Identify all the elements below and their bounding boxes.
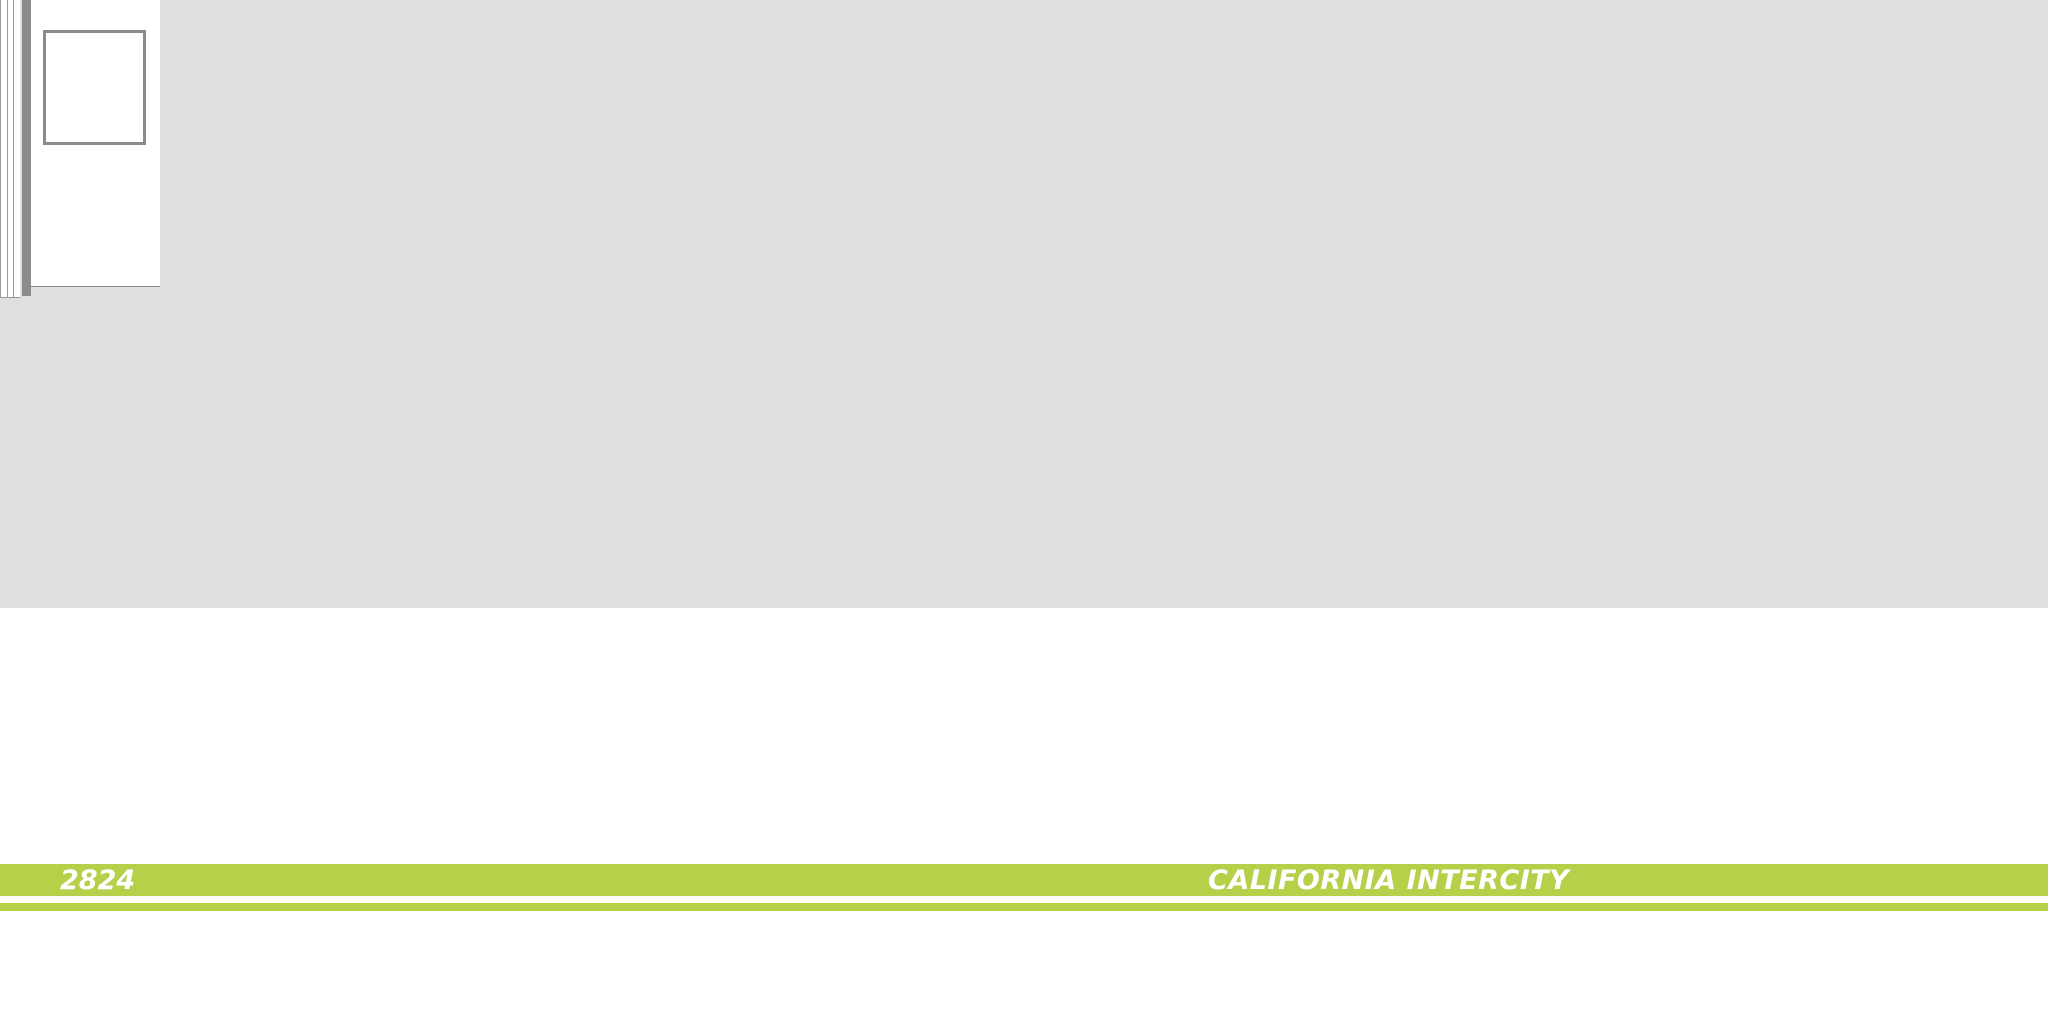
livery-stripe-thin [0,903,2048,911]
car-number: 2824 [60,865,136,896]
brand-name: CALIFORNIA INTERCITY [1208,865,1570,896]
door-assembly [0,0,160,298]
door-window-icon [43,30,146,145]
door-rails [0,0,20,298]
livery-stripe-main [0,864,2048,896]
railcar-side-view: 2824 CALIFORNIA INTERCITY [0,0,2048,1024]
rail-line [7,0,8,297]
upper-body-panel [0,0,2048,608]
door-post [22,0,31,296]
rail-line [0,0,1,297]
rail-line [13,0,14,297]
